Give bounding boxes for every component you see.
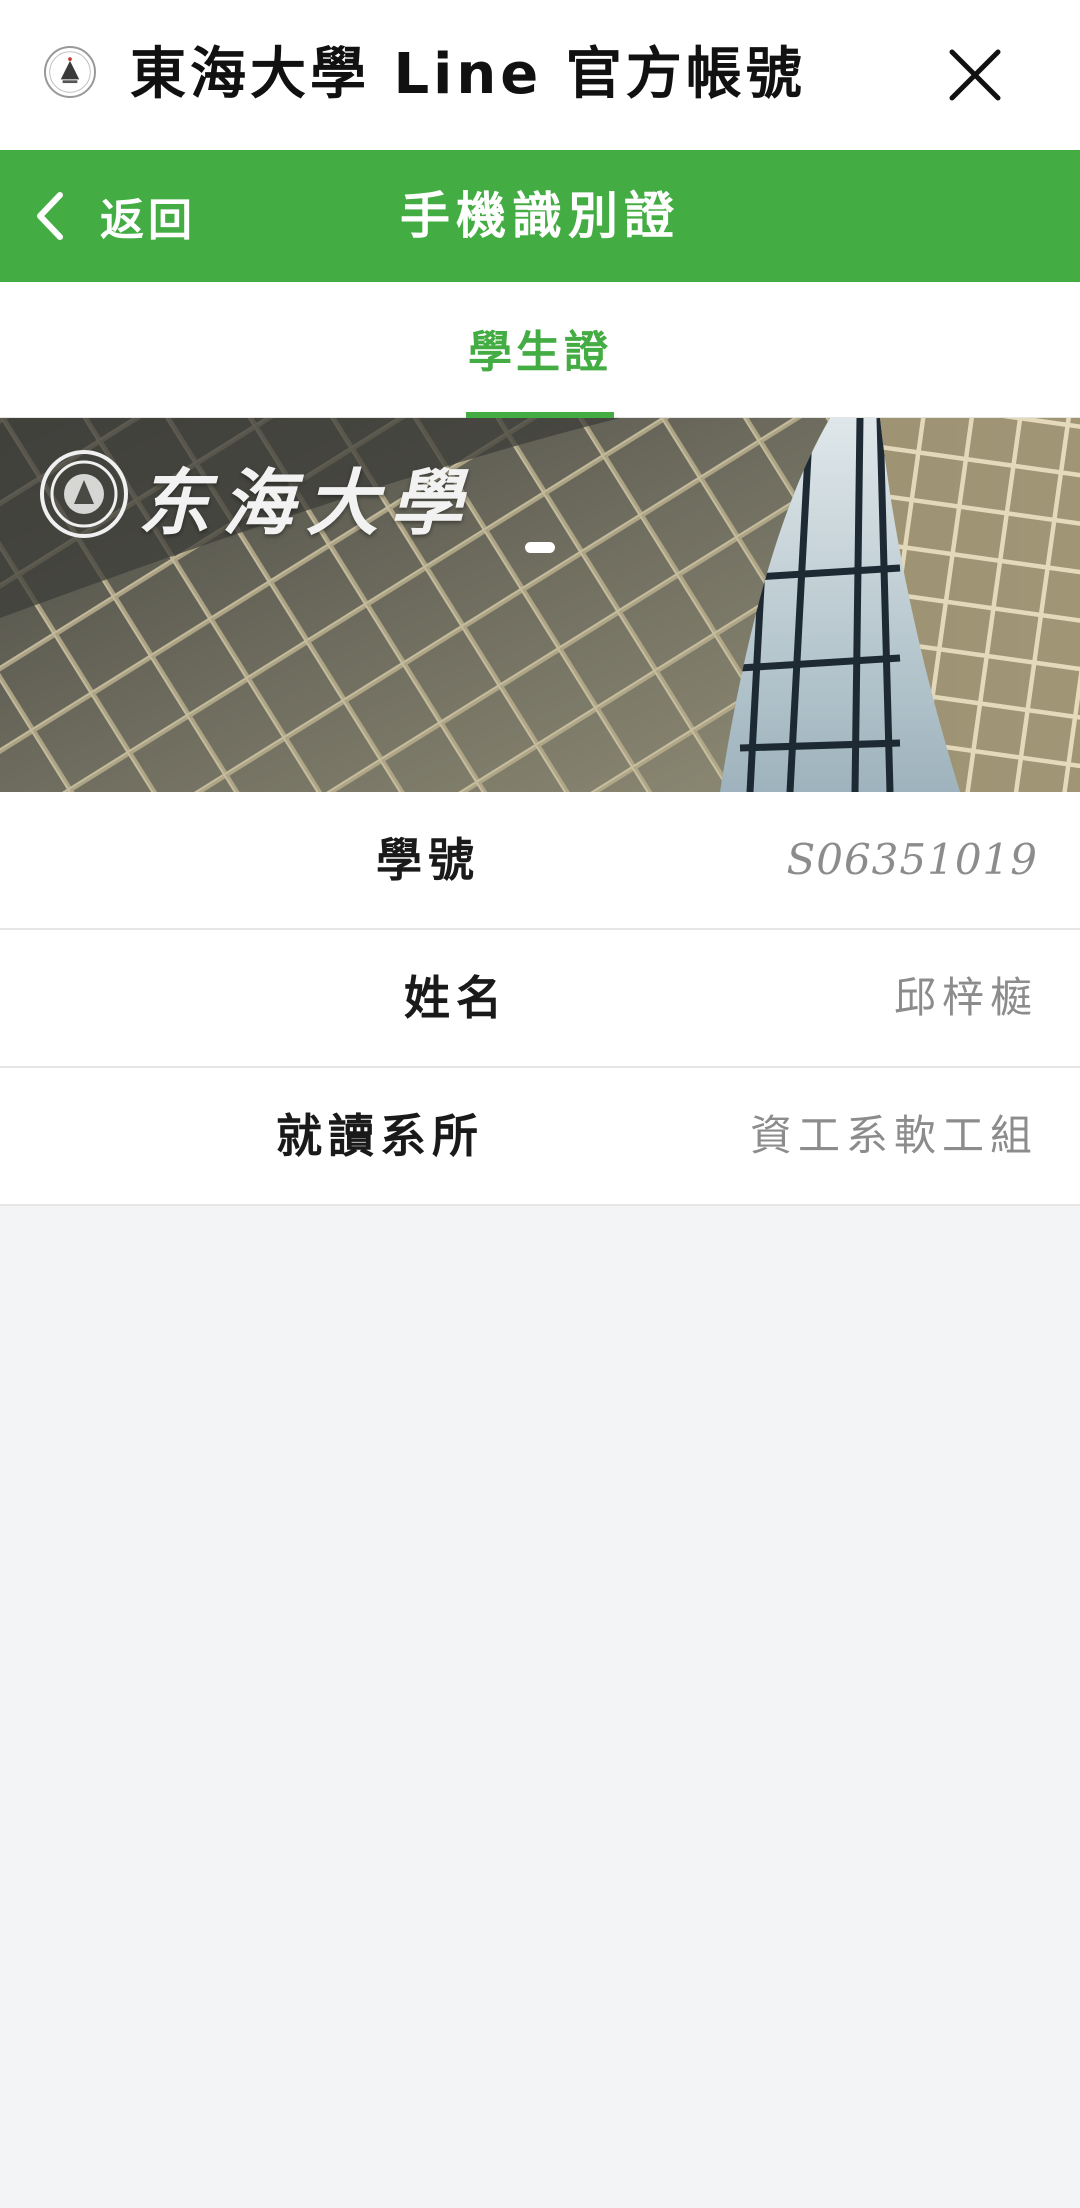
close-icon: [949, 49, 1001, 101]
student-id-label: 學號: [376, 833, 480, 887]
app-bar: 東海大學 Line 官方帳號: [0, 0, 1080, 150]
name-value: 邱梓榳: [893, 973, 1038, 1022]
student-info-list: 學號 S06351019 姓名 邱梓榳 就讀系所 資工系軟工組: [0, 792, 1080, 1206]
tab-bar: 學生證: [0, 282, 1080, 418]
app-title: 東海大學 Line 官方帳號: [130, 42, 806, 107]
banner-brand-text: 东海大學: [138, 460, 475, 545]
close-button[interactable]: [940, 40, 1010, 110]
info-row-student-id: 學號 S06351019: [0, 792, 1080, 930]
tab-student-card[interactable]: 學生證: [466, 282, 614, 418]
info-row-name: 姓名 邱梓榳: [0, 930, 1080, 1068]
student-id-value: S06351019: [786, 835, 1038, 884]
university-seal-icon: [38, 448, 130, 540]
tab-label: 學生證: [468, 327, 612, 378]
back-button[interactable]: 返回: [30, 150, 196, 282]
name-label: 姓名: [404, 971, 508, 1025]
chevron-left-icon: [37, 192, 63, 240]
back-label: 返回: [100, 195, 196, 246]
university-seal-icon: [44, 46, 96, 98]
campus-banner-image: 东海大學: [0, 418, 1080, 792]
department-value: 資工系軟工組: [749, 1111, 1038, 1160]
department-label: 就讀系所: [276, 1109, 484, 1163]
carousel-indicator[interactable]: [525, 542, 555, 553]
page-header: 返回 手機識別證: [0, 150, 1080, 282]
info-row-department: 就讀系所 資工系軟工組: [0, 1068, 1080, 1206]
